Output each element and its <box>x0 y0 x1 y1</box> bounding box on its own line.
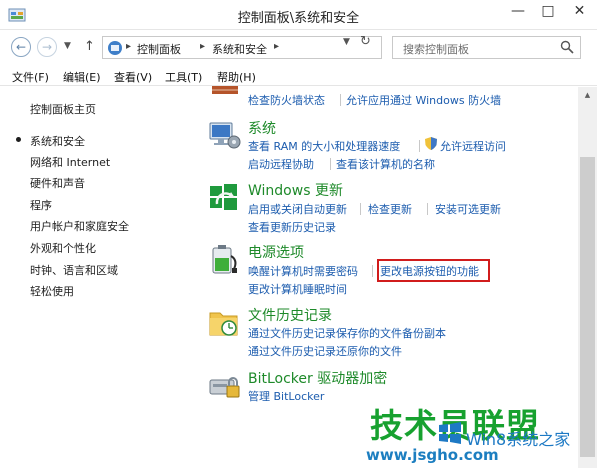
link-divider <box>340 94 341 106</box>
allow-remote-access-link[interactable]: 允许远程访问 <box>440 138 506 154</box>
refresh-icon[interactable]: ↻ <box>360 34 371 49</box>
install-optional-updates-link[interactable]: 安装可选更新 <box>435 201 501 217</box>
sidebar-item-ease-of-access[interactable]: 轻松使用 <box>30 283 74 299</box>
address-bar[interactable]: ▸ 控制面板 ▸ 系统和安全 ▸ <box>102 36 382 59</box>
change-sleep-time-link[interactable]: 更改计算机睡眠时间 <box>248 281 347 297</box>
bitlocker-icon[interactable] <box>207 368 241 402</box>
link-divider <box>372 265 373 277</box>
sidebar-item-clock-language[interactable]: 时钟、语言和区域 <box>30 262 118 278</box>
windows-update-icon[interactable] <box>207 180 241 214</box>
manage-bitlocker-link[interactable]: 管理 BitLocker <box>248 388 324 404</box>
sidebar-item-hardware-sound[interactable]: 硬件和声音 <box>30 175 85 191</box>
highlight-box <box>377 259 490 282</box>
uac-shield-icon <box>425 137 437 150</box>
address-dropdown-icon[interactable]: ▼ <box>343 37 350 47</box>
link-divider <box>427 203 428 215</box>
vertical-scrollbar[interactable]: ▲ <box>578 87 597 468</box>
view-update-history-link[interactable]: 查看更新历史记录 <box>248 219 336 235</box>
recent-pages-dropdown-icon[interactable]: ▼ <box>64 41 71 51</box>
search-placeholder: 搜索控制面板 <box>403 43 469 56</box>
toggle-auto-update-link[interactable]: 启用或关闭自动更新 <box>248 201 347 217</box>
title-bar: 控制面板\系统和安全 — □ ✕ <box>0 0 597 30</box>
link-divider <box>360 203 361 215</box>
menu-tools[interactable]: 工具(T) <box>165 69 202 85</box>
navigation-bar: ← → ▼ ↑ ▸ 控制面板 ▸ 系统和安全 ▸ ▼ ↻ 搜索控制面板 <box>0 31 597 63</box>
sidebar-item-programs[interactable]: 程序 <box>30 197 52 213</box>
file-history-title[interactable]: 文件历史记录 <box>248 305 332 325</box>
breadcrumb-separator-icon: ▸ <box>126 41 132 52</box>
active-item-bullet-icon <box>16 137 21 142</box>
check-firewall-status-link[interactable]: 检查防火墙状态 <box>248 92 325 108</box>
scroll-up-arrow-icon[interactable]: ▲ <box>578 87 597 103</box>
sidebar-home-link[interactable]: 控制面板主页 <box>30 101 96 117</box>
control-panel-icon <box>108 41 122 55</box>
file-history-icon[interactable] <box>207 305 241 339</box>
check-for-updates-link[interactable]: 检查更新 <box>368 201 412 217</box>
breadcrumb-separator-icon: ▸ <box>200 41 206 52</box>
maximize-button[interactable]: □ <box>534 0 562 22</box>
windows-update-title[interactable]: Windows 更新 <box>248 180 343 200</box>
wake-password-link[interactable]: 唤醒计算机时需要密码 <box>248 263 358 279</box>
power-battery-icon[interactable] <box>207 242 241 276</box>
breadcrumb-control-panel[interactable]: 控制面板 <box>137 41 181 57</box>
menu-help[interactable]: 帮助(H) <box>217 69 256 85</box>
firewall-icon[interactable] <box>208 86 242 96</box>
minimize-button[interactable]: — <box>504 0 532 22</box>
sidebar-item-system-security[interactable]: 系统和安全 <box>30 133 85 149</box>
search-input[interactable]: 搜索控制面板 <box>392 36 581 59</box>
power-options-title[interactable]: 电源选项 <box>248 242 304 262</box>
breadcrumb-system-security[interactable]: 系统和安全 <box>212 41 267 57</box>
menu-file[interactable]: 文件(F) <box>12 69 49 85</box>
menu-bar: 文件(F) 编辑(E) 查看(V) 工具(T) 帮助(H) <box>0 64 597 86</box>
menu-edit[interactable]: 编辑(E) <box>63 69 101 85</box>
view-computer-name-link[interactable]: 查看该计算机的名称 <box>336 156 435 172</box>
sidebar-item-appearance[interactable]: 外观和个性化 <box>30 240 96 256</box>
system-title[interactable]: 系统 <box>248 118 276 138</box>
save-backup-copies-link[interactable]: 通过文件历史记录保存你的文件备份副本 <box>248 325 446 341</box>
sidebar-item-network[interactable]: 网络和 Internet <box>30 154 110 170</box>
allow-app-through-firewall-link[interactable]: 允许应用通过 Windows 防火墙 <box>346 92 501 108</box>
windows-logo-icon <box>439 422 461 444</box>
search-icon[interactable] <box>560 40 574 54</box>
up-arrow-icon[interactable]: ↑ <box>84 39 95 54</box>
back-button[interactable]: ← <box>11 37 31 57</box>
system-computer-icon[interactable] <box>207 118 241 152</box>
bitlocker-title[interactable]: BitLocker 驱动器加密 <box>248 368 387 388</box>
restore-files-link[interactable]: 通过文件历史记录还原你的文件 <box>248 343 402 359</box>
scrollbar-thumb[interactable] <box>580 157 595 457</box>
launch-remote-assistance-link[interactable]: 启动远程协助 <box>248 156 314 172</box>
watermark-url: www.jsgho.com <box>366 446 499 464</box>
view-ram-processor-link[interactable]: 查看 RAM 的大小和处理器速度 <box>248 138 400 154</box>
link-divider <box>330 158 331 170</box>
forward-button[interactable]: → <box>37 37 57 57</box>
close-button[interactable]: ✕ <box>562 0 597 22</box>
link-divider <box>419 140 420 152</box>
breadcrumb-separator-icon: ▸ <box>274 41 280 52</box>
sidebar-item-user-accounts[interactable]: 用户帐户和家庭安全 <box>30 218 129 234</box>
menu-view[interactable]: 查看(V) <box>114 69 152 85</box>
